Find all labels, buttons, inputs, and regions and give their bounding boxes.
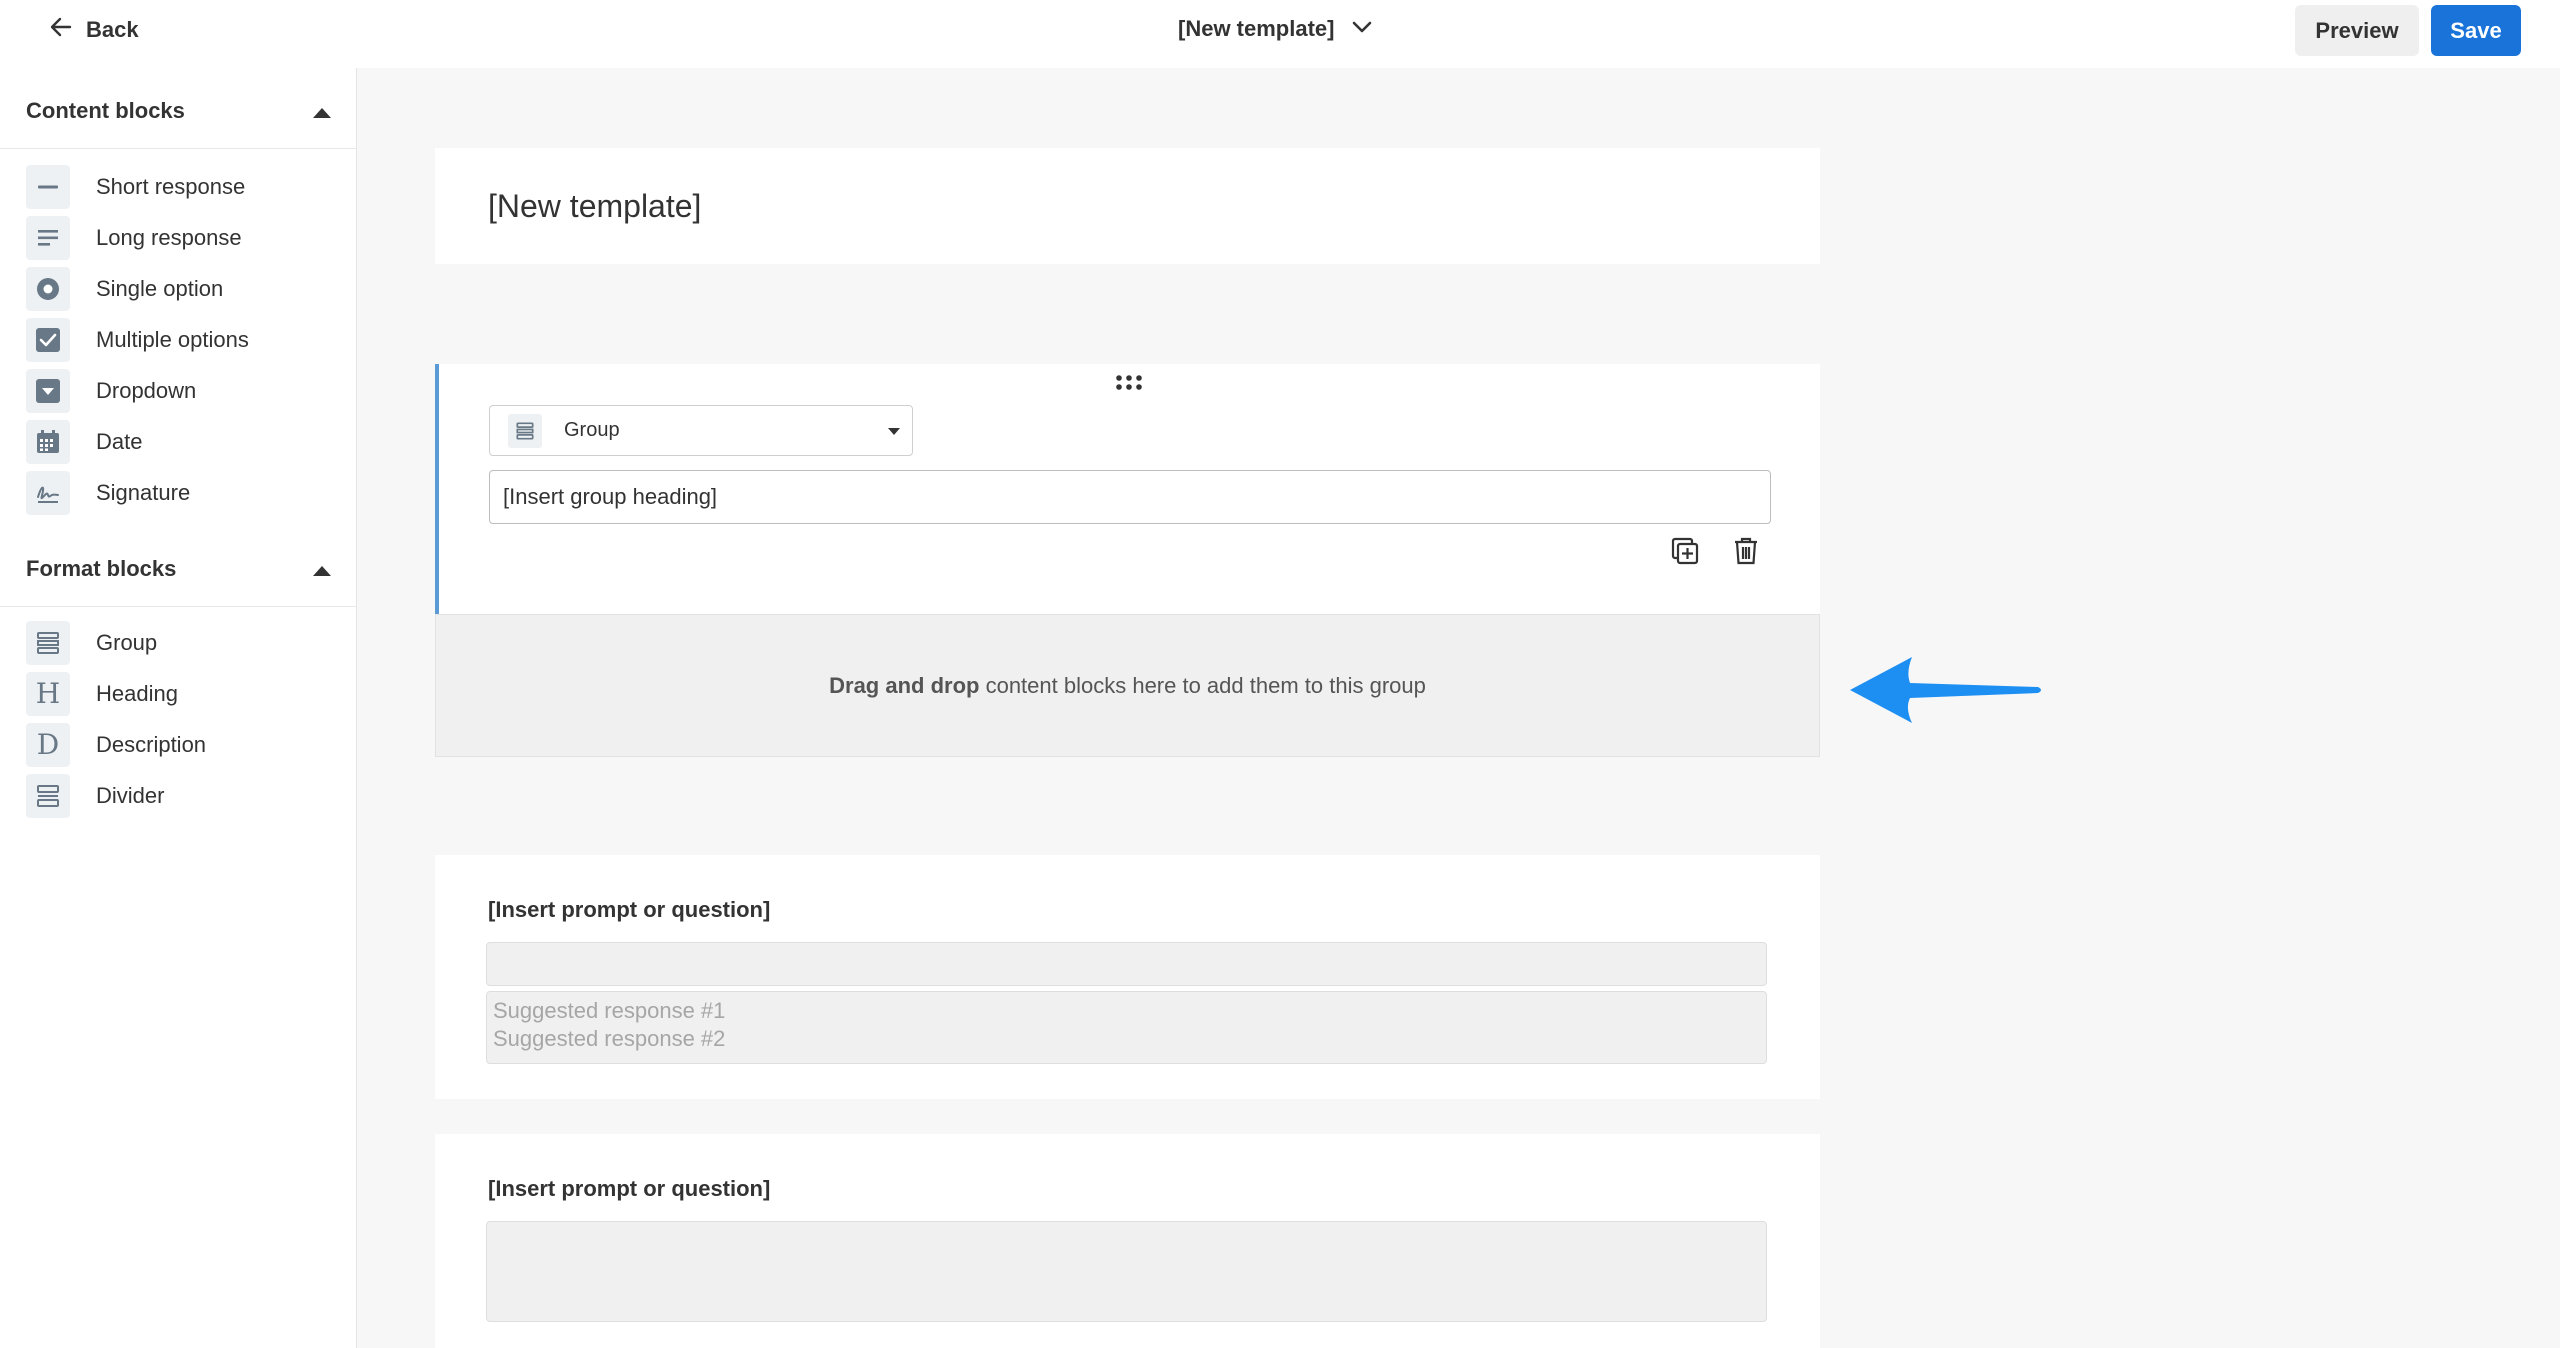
sidebar-item-label: Signature	[96, 480, 191, 505]
sidebar-item-description[interactable]: D Description	[26, 723, 346, 767]
long-response-icon	[26, 216, 70, 260]
content-blocks-title: Content blocks	[26, 98, 185, 123]
template-title[interactable]: [New template]	[488, 188, 701, 225]
question-prompt[interactable]: [Insert prompt or question]	[488, 1176, 770, 1202]
sidebar-item-group[interactable]: Group	[26, 621, 346, 665]
block-type-label: Group	[564, 419, 620, 441]
format-blocks-title: Format blocks	[26, 556, 177, 581]
sidebar-item-single-option[interactable]: Single option	[26, 267, 346, 311]
group-icon	[508, 413, 542, 448]
dropzone-rest: content blocks here to add them to this …	[979, 672, 1426, 698]
sidebar-item-heading[interactable]: H Heading	[26, 672, 346, 716]
sidebar-item-label: Divider	[96, 783, 165, 808]
sidebar-item-short-response[interactable]: Short response	[26, 165, 346, 209]
suggestion-2: Suggested response #2	[493, 1026, 726, 1051]
group-block[interactable]: Group	[435, 364, 1820, 614]
top-bar: Back [New template] Preview Save	[0, 0, 2560, 68]
sidebar-item-divider[interactable]: Divider	[26, 774, 346, 818]
sidebar-item-label: Dropdown	[96, 378, 197, 403]
sidebar-item-long-response[interactable]: Long response	[26, 216, 346, 260]
caret-down-icon	[888, 428, 900, 435]
description-icon: D	[26, 723, 70, 767]
calendar-icon	[26, 420, 70, 464]
back-label: Back	[86, 16, 139, 42]
chevron-down-icon	[1352, 20, 1372, 39]
question-block-1[interactable]: [Insert prompt or question] Suggested re…	[435, 855, 1820, 1099]
sidebar-item-label: Date	[96, 429, 143, 454]
group-heading-input[interactable]	[489, 470, 1771, 524]
format-blocks-header[interactable]: Format blocks	[0, 526, 356, 607]
sidebar: Content blocks Short response Long respo…	[0, 68, 357, 1348]
sidebar-item-label: Description	[96, 732, 207, 757]
divider-icon	[26, 774, 70, 818]
dropzone-bold: Drag and drop	[829, 672, 980, 698]
drag-handle-icon[interactable]	[1115, 374, 1143, 397]
template-title-card[interactable]: [New template]	[435, 148, 1820, 264]
question-prompt[interactable]: [Insert prompt or question]	[488, 897, 770, 923]
arrow-left-icon	[50, 16, 72, 43]
duplicate-button[interactable]	[1664, 532, 1706, 574]
delete-button[interactable]	[1725, 532, 1767, 574]
duplicate-icon	[1670, 536, 1700, 571]
answer-field	[486, 942, 1767, 986]
save-button[interactable]: Save	[2431, 5, 2521, 56]
answer-field	[486, 1221, 1767, 1322]
block-type-select[interactable]: Group	[489, 405, 913, 456]
content-blocks-header[interactable]: Content blocks	[0, 68, 356, 149]
back-button[interactable]: Back	[50, 16, 139, 43]
sidebar-item-signature[interactable]: Signature	[26, 471, 346, 515]
group-icon	[26, 621, 70, 665]
heading-icon: H	[26, 672, 70, 716]
question-block-2[interactable]: [Insert prompt or question]	[435, 1134, 1820, 1348]
suggested-responses: Suggested response #1 Suggested response…	[486, 991, 1767, 1064]
preview-button[interactable]: Preview	[2295, 5, 2419, 56]
sidebar-item-label: Heading	[96, 681, 178, 706]
sidebar-item-label: Group	[96, 630, 158, 655]
trash-icon	[1733, 536, 1759, 571]
sidebar-item-dropdown[interactable]: Dropdown	[26, 369, 346, 413]
sidebar-item-label: Multiple options	[96, 327, 249, 352]
sidebar-item-label: Single option	[96, 276, 224, 301]
annotation-arrow-icon	[1846, 650, 2046, 735]
caret-up-icon	[313, 566, 331, 576]
sidebar-item-label: Short response	[96, 174, 246, 199]
dropzone-text: Drag and drop content blocks here to add…	[829, 673, 1426, 699]
caret-up-icon	[313, 108, 331, 118]
template-name-dropdown[interactable]: [New template]	[1178, 16, 1372, 42]
group-dropzone[interactable]: Drag and drop content blocks here to add…	[435, 614, 1820, 757]
sidebar-item-date[interactable]: Date	[26, 420, 346, 464]
sidebar-item-multiple-options[interactable]: Multiple options	[26, 318, 346, 362]
sidebar-item-label: Long response	[96, 225, 242, 250]
signature-icon	[26, 471, 70, 515]
short-response-icon	[26, 165, 70, 209]
checkbox-icon	[26, 318, 70, 362]
suggestion-1: Suggested response #1	[493, 998, 726, 1023]
template-name: [New template]	[1178, 16, 1335, 41]
radio-icon	[26, 267, 70, 311]
dropdown-icon	[26, 369, 70, 413]
